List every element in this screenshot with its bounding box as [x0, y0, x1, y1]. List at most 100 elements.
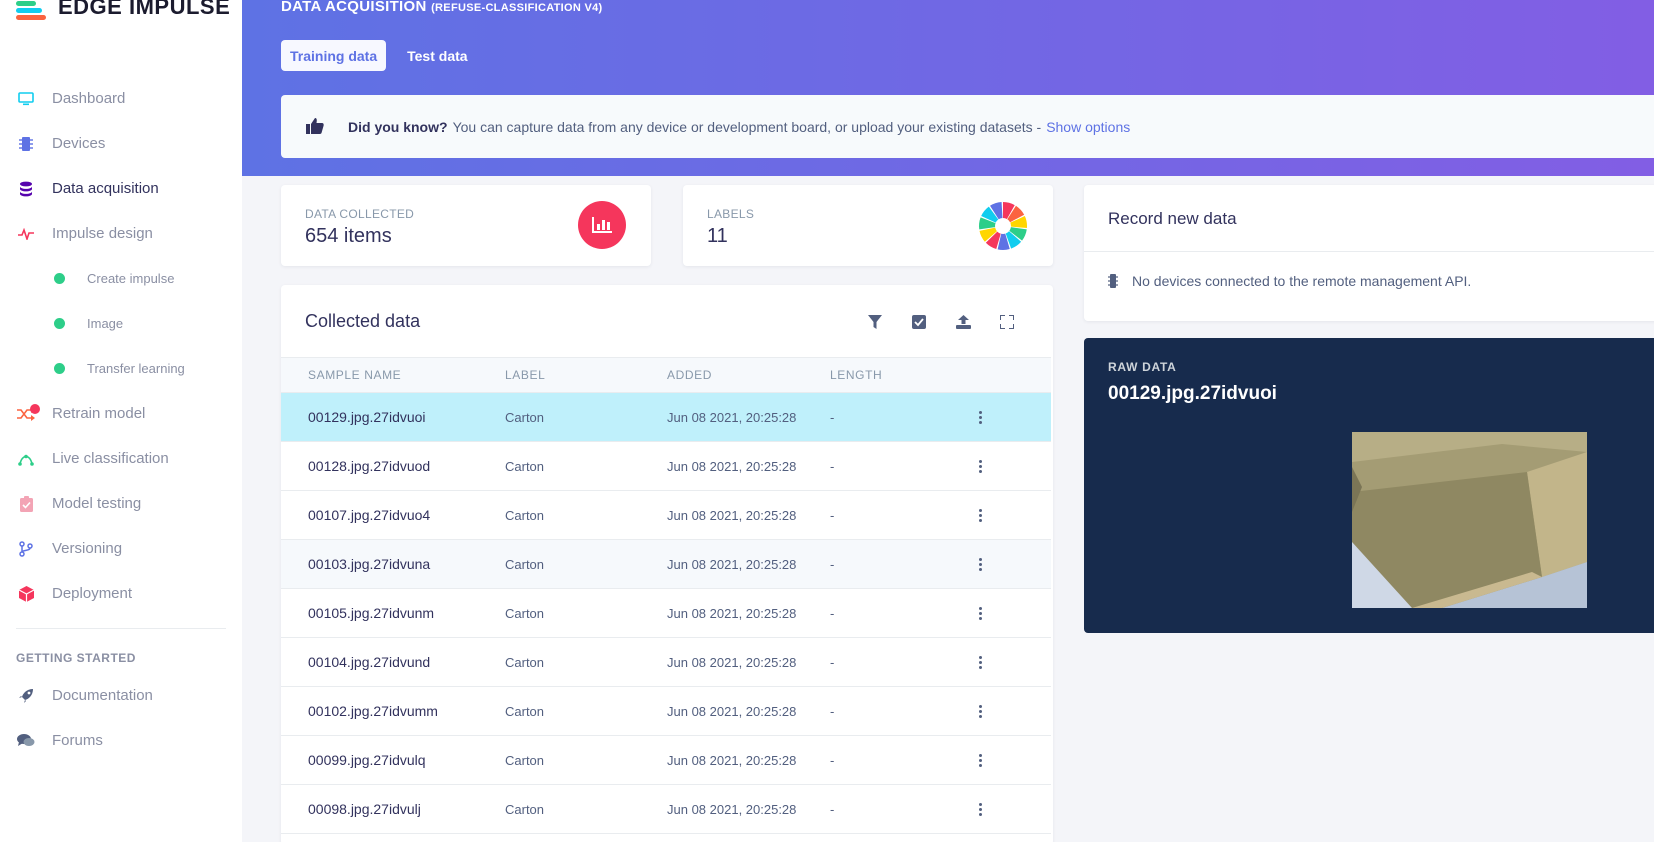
table-row[interactable]: 00104.jpg.27idvund Carton Jun 08 2021, 20:… [281, 637, 1051, 687]
table-row[interactable]: 00129.jpg.27idvuoi Carton Jun 08 2021, 20:… [281, 392, 1051, 442]
sidebar-subitem-transfer-learning[interactable]: Transfer learning [0, 346, 242, 391]
more-options-icon[interactable] [978, 802, 982, 816]
table-row[interactable]: 00103.jpg.27idvuna Carton Jun 08 2021, 20:… [281, 539, 1051, 589]
sidebar-item-dashboard[interactable]: Dashboard [0, 76, 242, 121]
label-cell: Carton [505, 686, 667, 736]
data-tabs: Training data Test data [281, 40, 489, 71]
sidebar-item-forums[interactable]: Forums [0, 718, 242, 763]
cube-icon [16, 584, 36, 604]
label-cell: Carton [505, 784, 667, 834]
sidebar-item-model-testing[interactable]: Model testing [0, 481, 242, 526]
chip-icon [1108, 274, 1118, 288]
clipboard-check-icon [16, 494, 36, 514]
sidebar-subitem-label: Transfer learning [87, 361, 185, 376]
table-row[interactable]: 00105.jpg.27idvunm Carton Jun 08 2021, 20:… [281, 588, 1051, 638]
raw-data-sample-name: 00129.jpg.27idvuoi [1108, 383, 1277, 404]
bar-chart-icon [578, 201, 626, 249]
column-header-length[interactable]: LENGTH [830, 357, 960, 393]
sidebar-subitem-create-impulse[interactable]: Create impulse [0, 256, 242, 301]
sidebar-item-live-classification[interactable]: Live classification [0, 436, 242, 481]
added-cell: Jun 08 2021, 20:25:28 [667, 392, 830, 442]
added-cell: Jun 08 2021, 20:25:28 [667, 784, 830, 834]
sidebar-item-data-acquisition[interactable]: Data acquisition [0, 166, 242, 211]
row-actions-cell [960, 539, 1051, 589]
tab-training-data[interactable]: Training data [281, 40, 387, 71]
column-header-added[interactable]: ADDED [667, 357, 830, 393]
length-cell: - [830, 588, 960, 638]
more-options-icon[interactable] [978, 655, 982, 669]
added-cell: Jun 08 2021, 20:25:28 [667, 637, 830, 687]
length-cell: - [830, 539, 960, 589]
collected-data-title: Collected data [305, 311, 421, 331]
more-options-icon[interactable] [978, 606, 982, 620]
sample-name-cell[interactable]: 00102.jpg.27idvumm [281, 686, 505, 736]
more-options-icon[interactable] [978, 557, 982, 571]
added-cell: Jun 08 2021, 20:25:28 [667, 686, 830, 736]
sidebar-item-deployment[interactable]: Deployment [0, 571, 242, 616]
sample-name-cell[interactable]: 00107.jpg.27idvuo4 [281, 490, 505, 540]
filter-icon[interactable] [853, 311, 897, 333]
stat-label: LABELS [707, 207, 755, 221]
sidebar-item-label: Data acquisition [52, 180, 159, 197]
table-row[interactable]: 00102.jpg.27idvumm Carton Jun 08 2021, 20:… [281, 686, 1051, 736]
collected-data-toolbar [853, 311, 1029, 333]
more-options-icon[interactable] [978, 459, 982, 473]
record-new-data-title: Record new data [1108, 209, 1237, 228]
table-row[interactable]: 00098.jpg.27idvulj Carton Jun 08 2021, 20:… [281, 784, 1051, 834]
table-row[interactable]: 00128.jpg.27idvuod Carton Jun 08 2021, 20:… [281, 441, 1051, 491]
column-header-label[interactable]: LABEL [505, 357, 667, 393]
label-cell: Carton [505, 588, 667, 638]
status-dot-icon [54, 363, 65, 374]
logo[interactable]: EDGE IMPULSE [16, 0, 230, 20]
sample-name-cell[interactable]: 00105.jpg.27idvunm [281, 588, 505, 638]
more-options-icon[interactable] [978, 410, 982, 424]
sidebar-item-documentation[interactable]: Documentation [0, 673, 242, 718]
table-row[interactable]: 00099.jpg.27idvulq Carton Jun 08 2021, 20:… [281, 735, 1051, 785]
row-actions-cell [960, 735, 1051, 785]
sidebar-subitem-label: Create impulse [87, 271, 175, 286]
database-icon [16, 179, 36, 199]
sidebar: EDGE IMPULSE Dashboard Devices Data acqu… [0, 0, 242, 842]
upload-icon[interactable] [941, 311, 985, 333]
row-actions-cell [960, 637, 1051, 687]
labels-card: LABELS 11 [683, 185, 1053, 266]
samples-table: SAMPLE NAME LABEL ADDED LENGTH 00129.jpg… [281, 357, 1051, 834]
more-options-icon[interactable] [978, 704, 982, 718]
added-cell: Jun 08 2021, 20:25:28 [667, 735, 830, 785]
added-cell: Jun 08 2021, 20:25:28 [667, 539, 830, 589]
thumbs-up-icon [306, 117, 326, 137]
no-devices-message: No devices connected to the remote manag… [1108, 273, 1471, 289]
show-options-link[interactable]: Show options [1046, 119, 1130, 135]
sample-name-cell[interactable]: 00129.jpg.27idvuoi [281, 392, 505, 442]
sidebar-item-impulse-design[interactable]: Impulse design [0, 211, 242, 256]
table-row[interactable]: 00107.jpg.27idvuo4 Carton Jun 08 2021, 20:… [281, 490, 1051, 540]
check-square-icon[interactable] [897, 311, 941, 333]
sidebar-item-versioning[interactable]: Versioning [0, 526, 242, 571]
sample-name-cell[interactable]: 00128.jpg.27idvuod [281, 441, 505, 491]
column-header-actions [960, 357, 1051, 393]
stat-label: DATA COLLECTED [305, 207, 415, 221]
edge-impulse-logo-icon [16, 0, 48, 20]
sample-name-cell[interactable]: 00098.jpg.27idvulj [281, 784, 505, 834]
label-cell: Carton [505, 539, 667, 589]
sidebar-subitem-image[interactable]: Image [0, 301, 242, 346]
length-cell: - [830, 735, 960, 785]
sidebar-item-devices[interactable]: Devices [0, 121, 242, 166]
tab-test-data[interactable]: Test data [398, 40, 476, 71]
sample-name-cell[interactable]: 00103.jpg.27idvuna [281, 539, 505, 589]
length-cell: - [830, 490, 960, 540]
sample-name-cell[interactable]: 00099.jpg.27idvulq [281, 735, 505, 785]
label-cell: Carton [505, 392, 667, 442]
sample-name-cell[interactable]: 00104.jpg.27idvund [281, 637, 505, 687]
sidebar-item-retrain-model[interactable]: Retrain model [0, 391, 242, 436]
record-new-data-card: Record new data No devices connected to … [1084, 185, 1654, 321]
did-you-know-text: You can capture data from any device or … [452, 118, 1042, 135]
label-cell: Carton [505, 490, 667, 540]
fullscreen-icon[interactable] [985, 311, 1029, 333]
more-options-icon[interactable] [978, 753, 982, 767]
sidebar-item-label: Forums [52, 732, 103, 749]
more-options-icon[interactable] [978, 508, 982, 522]
monitor-icon [16, 89, 36, 109]
column-header-sample-name[interactable]: SAMPLE NAME [281, 357, 505, 393]
sidebar-item-label: Documentation [52, 687, 153, 704]
